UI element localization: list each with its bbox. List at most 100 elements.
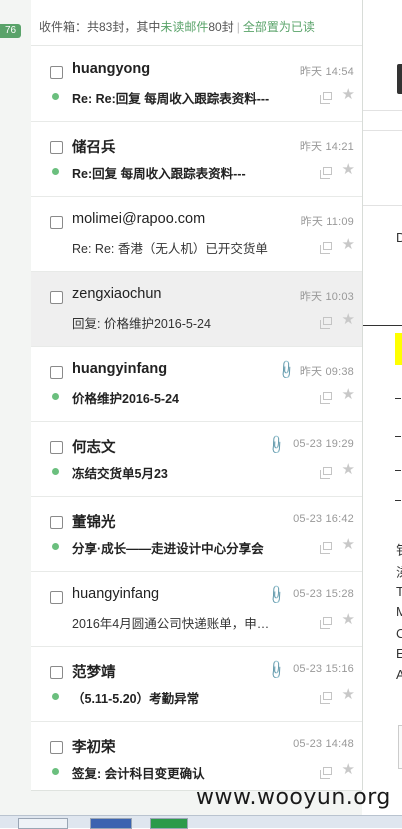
star-icon[interactable]: ★ (342, 85, 355, 103)
select-checkbox[interactable] (50, 516, 63, 529)
body-text: D (396, 230, 402, 245)
mail-sender: 董锦光 (72, 515, 116, 531)
mark-all-read-link[interactable]: 全部置为已读 (243, 20, 315, 34)
star-icon[interactable]: ★ (342, 235, 355, 253)
copy-icon[interactable] (320, 767, 332, 779)
select-checkbox[interactable] (50, 66, 63, 79)
paperclip-icon: 📎 (265, 658, 288, 681)
mail-subject: 分享·成长——走进设计中心分享会 (72, 542, 264, 556)
select-checkbox[interactable] (50, 216, 63, 229)
mail-time: 05-23 19:29 (293, 438, 354, 450)
taskbar-button[interactable] (150, 818, 188, 829)
mail-time: 05-23 16:42 (293, 513, 354, 525)
header-separator: | (236, 20, 240, 34)
body-text: T (396, 584, 402, 599)
reply-box[interactable] (398, 725, 402, 769)
inbox-summary-suffix: 80封 (208, 20, 234, 34)
copy-icon[interactable] (320, 392, 332, 404)
mail-sender: 范梦靖 (72, 665, 116, 681)
mail-subject: 2016年4月圆通公司快递账单，申请付款 (72, 617, 270, 631)
unread-mail-link[interactable]: 未读邮件 (160, 20, 208, 34)
divider (363, 110, 402, 111)
unread-count-badge[interactable]: 76 (0, 24, 21, 38)
divider (363, 205, 402, 206)
unread-dot-icon (52, 543, 59, 550)
star-icon[interactable]: ★ (342, 460, 355, 478)
mail-list-item[interactable]: huangyong 昨天 14:54 Re: Re:回复 每周收入跟踪表资料--- ★ (31, 47, 362, 122)
divider (363, 325, 402, 326)
body-text: 钅 (396, 540, 402, 559)
divider (395, 500, 401, 501)
mail-subject: Re: Re: 香港（无人机）已开交货单 (72, 242, 268, 256)
mail-list-item[interactable]: 董锦光 05-23 16:42 分享·成长——走进设计中心分享会 ★ (31, 497, 362, 572)
select-checkbox[interactable] (50, 366, 63, 379)
mail-list-item[interactable]: 储召兵 昨天 14:21 Re:回复 每周收入跟踪表资料--- ★ (31, 122, 362, 197)
unread-dot-icon (52, 768, 59, 775)
mail-list-item[interactable]: zengxiaochun 昨天 10:03 回复: 价格维护2016-5-24 ★ (31, 272, 362, 347)
taskbar-button[interactable] (18, 818, 68, 829)
copy-icon[interactable] (320, 542, 332, 554)
body-text: C (396, 626, 402, 641)
select-checkbox[interactable] (50, 591, 63, 604)
star-icon[interactable]: ★ (342, 610, 355, 628)
body-text: A (396, 667, 402, 682)
folder-sidebar: 76 (0, 0, 32, 827)
mail-time: 昨天 11:09 (300, 216, 354, 228)
star-icon[interactable]: ★ (342, 160, 355, 178)
copy-icon[interactable] (320, 167, 332, 179)
paperclip-icon: 📎 (265, 433, 288, 456)
mail-time: 昨天 10:03 (299, 291, 354, 303)
body-text: E (396, 646, 402, 661)
inbox-summary-bar: 收件箱：共83封，其中未读邮件80封 | 全部置为已读 (31, 8, 362, 46)
mail-list-item[interactable]: 李初荣 05-23 14:48 签复: 会计科目变更确认 ★ (31, 722, 362, 790)
copy-icon[interactable] (320, 317, 332, 329)
body-text: M (396, 604, 402, 619)
star-icon[interactable]: ★ (342, 760, 355, 778)
mail-subject: Re:回复 每周收入跟踪表资料--- (72, 167, 246, 181)
copy-icon[interactable] (320, 692, 332, 704)
reading-pane: D 钅 涕 T M C E A (363, 0, 402, 827)
mail-subject: Re: Re:回复 每周收入跟踪表资料--- (72, 92, 270, 106)
mail-time: 05-23 14:48 (293, 738, 354, 750)
mail-list-item[interactable]: 何志文 📎 05-23 19:29 冻结交货单5月23 ★ (31, 422, 362, 497)
mail-sender: huangyong (72, 61, 151, 77)
star-icon[interactable]: ★ (342, 310, 355, 328)
unread-dot-icon (52, 393, 59, 400)
mail-list-item[interactable]: 范梦靖 📎 05-23 15:16 （5.11-5.20）考勤异常 ★ (31, 647, 362, 722)
mail-list-item[interactable]: molimei@rapoo.com 昨天 11:09 Re: Re: 香港（无人机）… (31, 197, 362, 272)
divider (395, 398, 401, 399)
mail-sender: molimei@rapoo.com (72, 211, 206, 227)
unread-dot-icon (52, 168, 59, 175)
divider (363, 130, 402, 131)
mail-sender: zengxiaochun (72, 286, 162, 302)
copy-icon[interactable] (320, 242, 332, 254)
select-checkbox[interactable] (50, 141, 63, 154)
mail-time: 昨天 14:54 (299, 66, 354, 78)
mail-time: 昨天 09:38 (299, 366, 354, 378)
mail-sender: huangyinfang (72, 586, 160, 602)
copy-icon[interactable] (320, 92, 332, 104)
taskbar-button[interactable] (90, 818, 132, 829)
select-checkbox[interactable] (50, 666, 63, 679)
mail-time: 05-23 15:16 (293, 663, 354, 675)
unread-dot-icon (52, 693, 59, 700)
star-icon[interactable]: ★ (342, 535, 355, 553)
select-checkbox[interactable] (50, 441, 63, 454)
body-text: 涕 (396, 562, 402, 581)
inbox-summary-prefix: 收件箱：共83封，其中 (39, 20, 161, 34)
star-icon[interactable]: ★ (342, 685, 355, 703)
mail-subject: 签复: 会计科目变更确认 (72, 767, 205, 781)
paperclip-icon: 📎 (275, 358, 298, 381)
select-checkbox[interactable] (50, 291, 63, 304)
highlight-cell (395, 333, 402, 365)
sender-avatar (397, 64, 402, 94)
mail-list-item[interactable]: huangyinfang 📎 05-23 15:28 2016年4月圆通公司快递账单，… (31, 572, 362, 647)
mail-list-item[interactable]: huangyinfang 📎 昨天 09:38 价格维护2016-5-24 ★ (31, 347, 362, 422)
watermark: www.wooyun.org (196, 785, 391, 810)
copy-icon[interactable] (320, 617, 332, 629)
mail-sender: 李初荣 (72, 740, 116, 756)
copy-icon[interactable] (320, 467, 332, 479)
star-icon[interactable]: ★ (342, 385, 355, 403)
mail-time: 05-23 15:28 (293, 588, 354, 600)
select-checkbox[interactable] (50, 741, 63, 754)
